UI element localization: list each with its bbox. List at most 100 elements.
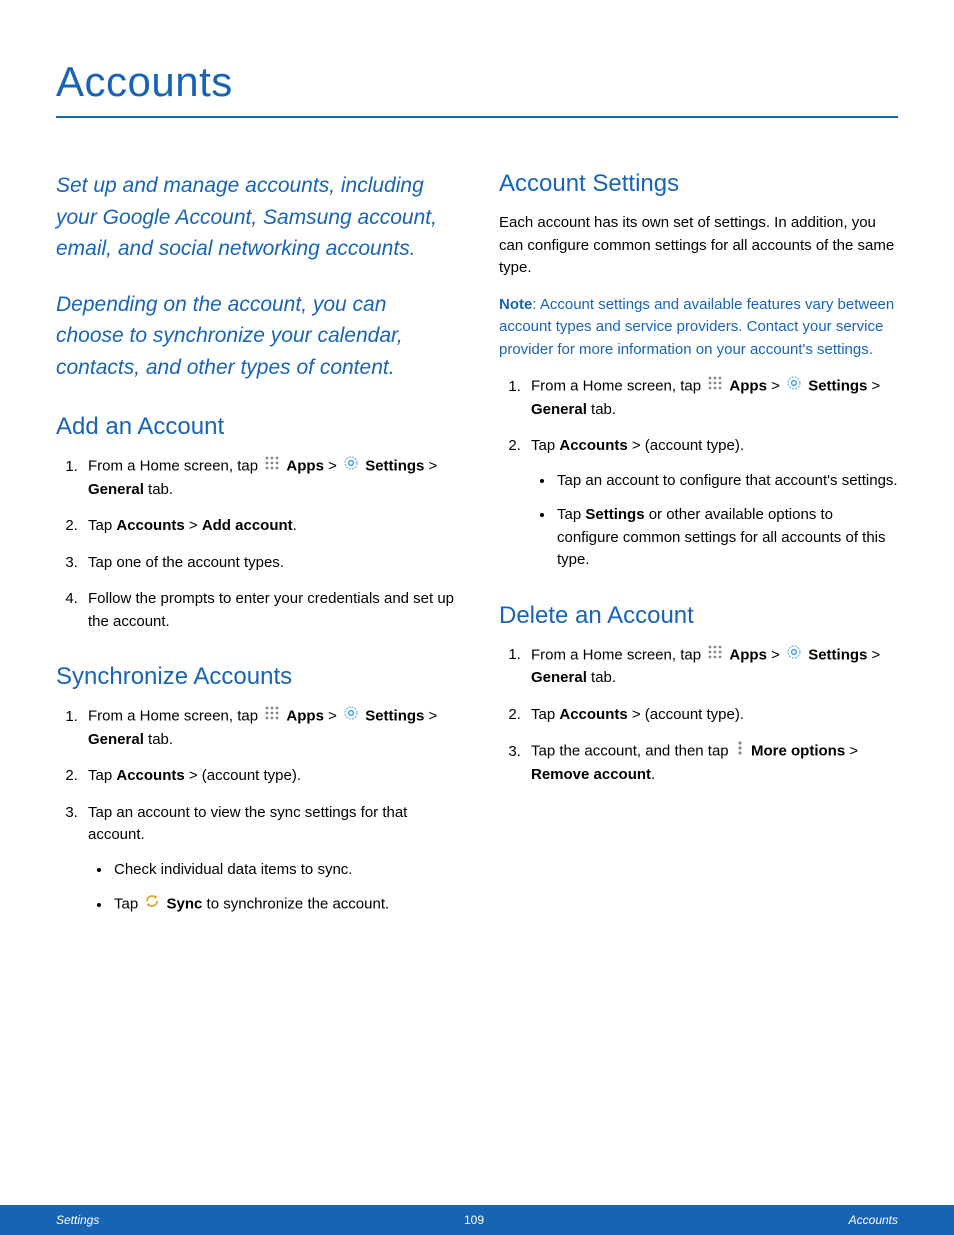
text: tab.	[144, 481, 173, 498]
text: Tap an account to view the sync settings…	[88, 804, 407, 844]
text: >	[185, 517, 202, 534]
page-footer: Settings 109 Accounts	[0, 1205, 954, 1235]
text: From a Home screen, tap	[88, 458, 262, 475]
text: tab.	[587, 401, 616, 418]
footer-left: Settings	[56, 1213, 99, 1227]
text: .	[651, 766, 655, 783]
list-item: From a Home screen, tap Apps > Settings …	[82, 705, 455, 751]
right-column: Account Settings Each account has its ow…	[499, 170, 898, 931]
list-item: Tap Accounts > (account type).	[525, 704, 898, 727]
apps-label: Apps	[729, 378, 767, 395]
apps-icon	[707, 644, 723, 668]
text: >	[771, 646, 784, 663]
text: >	[328, 458, 341, 475]
settings-icon	[343, 705, 359, 729]
sync-label: Sync	[167, 896, 203, 913]
list-item: From a Home screen, tap Apps > Settings …	[525, 644, 898, 690]
text: > (account type).	[628, 437, 744, 454]
settings-icon	[786, 644, 802, 668]
page-number: 109	[464, 1213, 484, 1227]
apps-icon	[707, 375, 723, 399]
sync-icon	[144, 893, 160, 917]
list-item: Tap one of the account types.	[82, 552, 455, 575]
text: >	[872, 378, 881, 395]
settings-icon	[343, 455, 359, 479]
list-item: Tap Settings or other available options …	[555, 504, 898, 572]
text: tab.	[587, 669, 616, 686]
text: From a Home screen, tap	[531, 646, 705, 663]
apps-label: Apps	[286, 458, 324, 475]
settings-label: Settings	[365, 708, 424, 725]
accounts-label: Accounts	[559, 706, 627, 723]
list-item: Tap an account to configure that account…	[555, 470, 898, 493]
list-item: Check individual data items to sync.	[112, 859, 455, 882]
add-account-steps: From a Home screen, tap Apps > Settings …	[56, 455, 455, 633]
text: From a Home screen, tap	[88, 708, 262, 725]
settings-label: Settings	[585, 506, 644, 523]
apps-icon	[264, 455, 280, 479]
list-item: Follow the prompts to enter your credent…	[82, 588, 455, 633]
accounts-label: Accounts	[559, 437, 627, 454]
text: >	[328, 708, 341, 725]
text: Tap	[557, 506, 585, 523]
intro-paragraph-1: Set up and manage accounts, including yo…	[56, 170, 455, 265]
text: to synchronize the account.	[202, 896, 389, 913]
text: Tap	[531, 706, 559, 723]
settings-icon	[786, 375, 802, 399]
text: Tap	[531, 437, 559, 454]
apps-label: Apps	[729, 646, 767, 663]
apps-icon	[264, 705, 280, 729]
note: Note: Account settings and available fea…	[499, 294, 898, 362]
footer-right: Accounts	[849, 1213, 898, 1227]
list-item: Tap Accounts > Add account.	[82, 515, 455, 538]
list-item: Tap Accounts > (account type). Tap an ac…	[525, 435, 898, 572]
text: > (account type).	[628, 706, 744, 723]
text: >	[429, 708, 438, 725]
note-body: : Account settings and available feature…	[499, 296, 894, 358]
list-item: From a Home screen, tap Apps > Settings …	[525, 375, 898, 421]
heading-delete: Delete an Account	[499, 602, 898, 630]
list-item: Tap Accounts > (account type).	[82, 765, 455, 788]
accounts-label: Accounts	[116, 767, 184, 784]
text: > (account type).	[185, 767, 301, 784]
settings-label: Settings	[808, 646, 867, 663]
text: >	[771, 378, 784, 395]
heading-account-settings: Account Settings	[499, 170, 898, 198]
sync-bullets: Check individual data items to sync. Tap…	[88, 859, 455, 917]
list-item: Tap Sync to synchronize the account.	[112, 893, 455, 917]
add-account-label: Add account	[202, 517, 293, 534]
text: Tap	[114, 896, 142, 913]
title-rule	[56, 116, 898, 118]
text: From a Home screen, tap	[531, 378, 705, 395]
text: Tap the account, and then tap	[531, 743, 733, 760]
settings-label: Settings	[808, 378, 867, 395]
text: >	[429, 458, 438, 475]
text: >	[872, 646, 881, 663]
heading-add-account: Add an Account	[56, 413, 455, 441]
apps-label: Apps	[286, 708, 324, 725]
left-column: Set up and manage accounts, including yo…	[56, 170, 455, 931]
more-options-icon	[735, 740, 745, 764]
page-title: Accounts	[56, 58, 898, 106]
sync-steps: From a Home screen, tap Apps > Settings …	[56, 705, 455, 917]
accounts-label: Accounts	[116, 517, 184, 534]
text: tab.	[144, 731, 173, 748]
account-settings-steps: From a Home screen, tap Apps > Settings …	[499, 375, 898, 572]
delete-steps: From a Home screen, tap Apps > Settings …	[499, 644, 898, 787]
settings-label: Settings	[365, 458, 424, 475]
remove-account-label: Remove account	[531, 766, 651, 783]
account-settings-intro: Each account has its own set of settings…	[499, 212, 898, 280]
list-item: Tap an account to view the sync settings…	[82, 802, 455, 917]
general-label: General	[88, 731, 144, 748]
general-label: General	[531, 669, 587, 686]
list-item: Tap the account, and then tap More optio…	[525, 740, 898, 786]
intro-paragraph-2: Depending on the account, you can choose…	[56, 289, 455, 384]
text: Tap	[88, 517, 116, 534]
note-label: Note	[499, 296, 532, 313]
account-settings-bullets: Tap an account to configure that account…	[531, 470, 898, 572]
content-columns: Set up and manage accounts, including yo…	[56, 170, 898, 931]
heading-synchronize: Synchronize Accounts	[56, 663, 455, 691]
text: Tap	[88, 767, 116, 784]
text: >	[845, 743, 858, 760]
more-options-label: More options	[751, 743, 845, 760]
